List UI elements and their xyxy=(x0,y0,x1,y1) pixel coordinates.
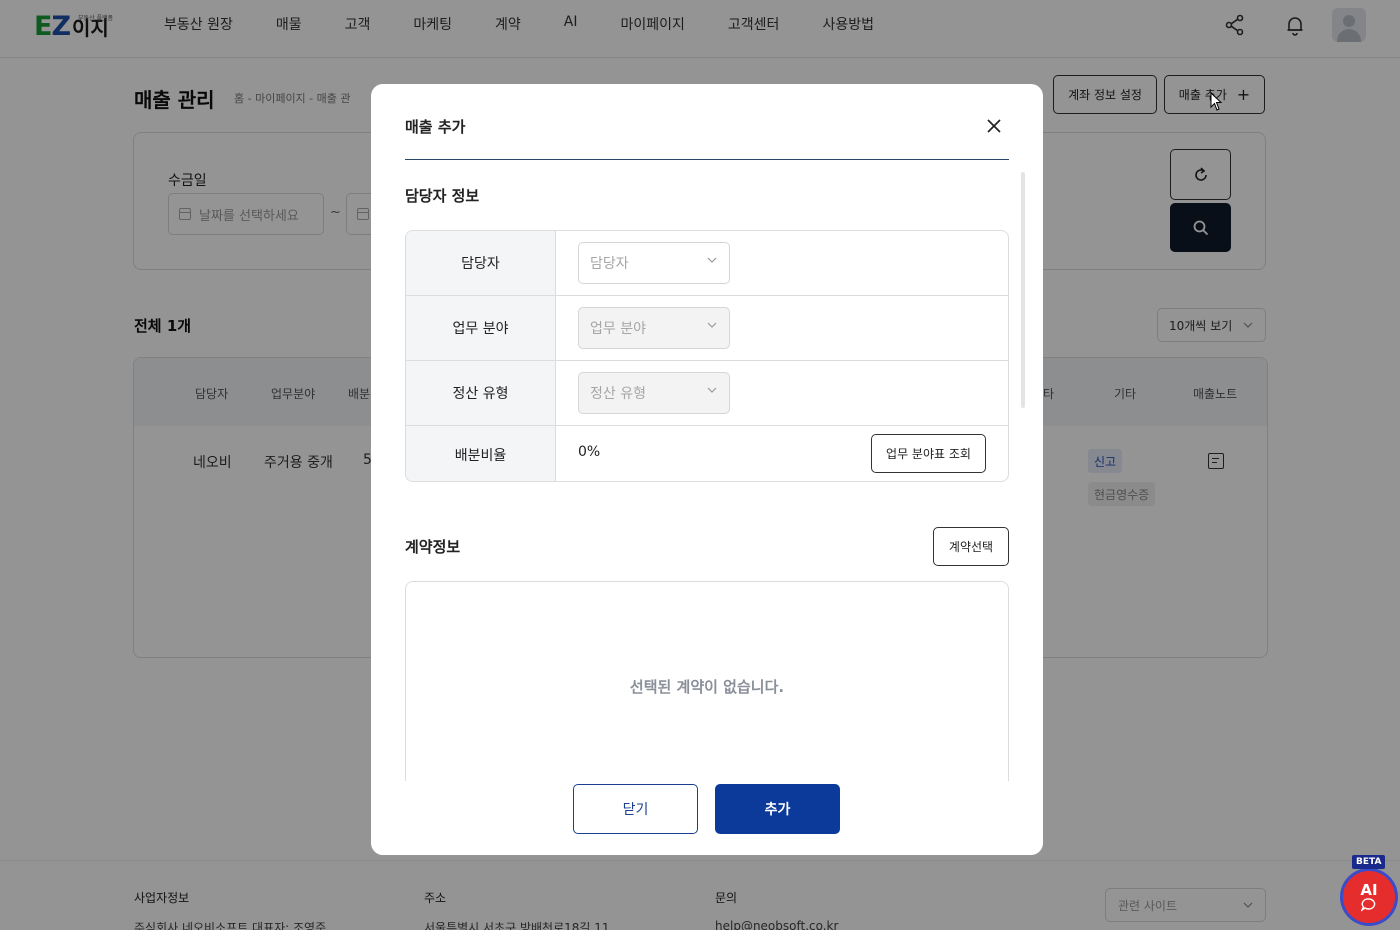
distribution-ratio-value: 0% xyxy=(578,444,601,460)
ai-assistant-button[interactable]: AI xyxy=(1340,868,1398,926)
chevron-down-icon xyxy=(707,257,717,263)
beta-badge: BETA xyxy=(1352,855,1386,869)
mouse-cursor-icon xyxy=(1210,91,1224,112)
chevron-down-icon xyxy=(707,322,717,328)
modal-title-divider xyxy=(405,159,1009,160)
modal-scrollbar[interactable] xyxy=(1021,172,1025,408)
agent-info-table: 담당자 담당자 업무 분야 업무 분야 정산 유형 정산 유형 배분비율 0% xyxy=(405,230,1009,482)
chevron-down-icon xyxy=(707,387,717,393)
settlement-type-row: 정산 유형 정산 유형 xyxy=(406,361,1008,426)
add-button[interactable]: 추가 xyxy=(715,784,840,834)
ai-label: AI xyxy=(1360,880,1378,899)
business-field-row: 업무 분야 업무 분야 xyxy=(406,296,1008,361)
business-field-table-label: 업무 분야표 조회 xyxy=(886,447,971,461)
distribution-ratio-row: 배분비율 0% 업무 분야표 조회 xyxy=(406,426,1008,481)
distribution-ratio-label: 배분비율 xyxy=(406,426,556,481)
settlement-type-placeholder: 정산 유형 xyxy=(590,386,646,402)
selected-contract-area: 선택된 계약이 없습니다. xyxy=(405,581,1009,781)
business-field-select[interactable]: 업무 분야 xyxy=(578,307,730,349)
select-contract-button[interactable]: 계약선택 xyxy=(933,527,1009,566)
agent-select[interactable]: 담당자 xyxy=(578,242,730,284)
close-button-label: 닫기 xyxy=(622,802,649,818)
settlement-type-label: 정산 유형 xyxy=(406,361,556,425)
agent-row: 담당자 담당자 xyxy=(406,231,1008,296)
agent-select-placeholder: 담당자 xyxy=(590,256,629,272)
modal-close-button[interactable] xyxy=(983,115,1005,137)
agent-label: 담당자 xyxy=(406,231,556,295)
add-sales-modal: 매출 추가 담당자 정보 담당자 담당자 업무 분야 업무 분야 정산 유형 정… xyxy=(371,84,1043,855)
settlement-type-select[interactable]: 정산 유형 xyxy=(578,372,730,414)
add-button-label: 추가 xyxy=(764,802,791,818)
modal-title: 매출 추가 xyxy=(405,118,466,136)
select-contract-label: 계약선택 xyxy=(948,540,994,554)
business-field-table-button[interactable]: 업무 분야표 조회 xyxy=(871,434,986,473)
agent-info-title: 담당자 정보 xyxy=(405,187,480,205)
close-icon xyxy=(987,119,1001,133)
contract-info-title: 계약정보 xyxy=(405,538,461,556)
business-field-label: 업무 분야 xyxy=(406,296,556,360)
no-contract-message: 선택된 계약이 없습니다. xyxy=(629,678,785,696)
chat-bubble-icon xyxy=(1361,897,1376,912)
business-field-placeholder: 업무 분야 xyxy=(590,321,646,337)
close-button[interactable]: 닫기 xyxy=(573,784,698,834)
